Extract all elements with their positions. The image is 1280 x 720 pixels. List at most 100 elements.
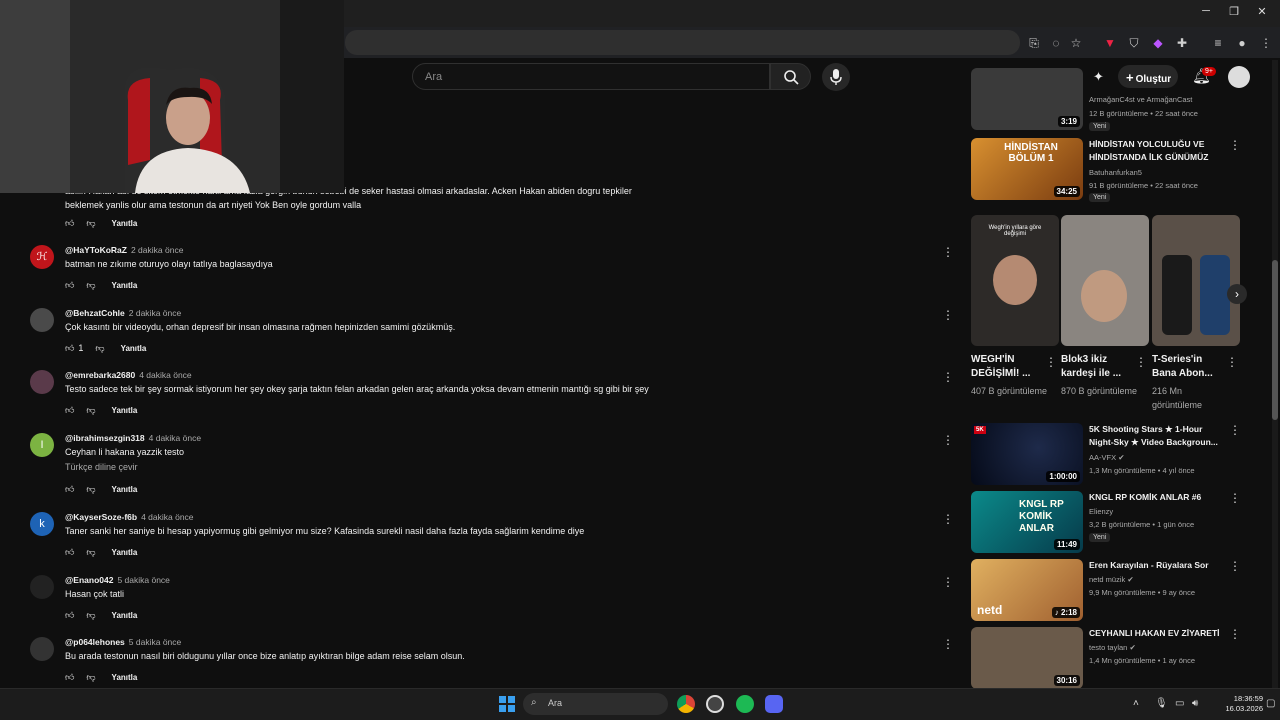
video-menu-icon[interactable]: ⋮	[1229, 423, 1241, 437]
like-icon[interactable]: 👍︎	[65, 484, 74, 495]
reply-button[interactable]: Yanıtla	[112, 406, 138, 415]
install-icon[interactable]: ⎘	[1026, 35, 1042, 51]
eye-off-icon[interactable]: ◌	[1048, 35, 1064, 51]
reply-button[interactable]: Yanıtla	[112, 673, 138, 682]
video-channel[interactable]: ArmağanC4st ve ArmağanCast	[1089, 95, 1192, 104]
short-menu-icon[interactable]: ⋮	[1135, 355, 1147, 369]
dislike-icon[interactable]: 👎︎	[86, 280, 95, 291]
dislike-icon[interactable]: 👎︎	[95, 343, 104, 354]
microphone-icon[interactable]: 🎙︎	[1155, 698, 1168, 709]
scrollbar-thumb[interactable]	[1272, 260, 1278, 420]
close-icon[interactable]: ✕	[1252, 5, 1272, 21]
menu-dots-icon[interactable]: ⋮	[1258, 35, 1274, 51]
shorts-create-icon[interactable]: ✦	[1093, 69, 1109, 85]
video-title[interactable]: CEYHANLI HAKAN EV ZİYARETİ	[1089, 627, 1229, 640]
address-bar[interactable]	[345, 30, 1020, 55]
notification-center-icon[interactable]: ▢	[1266, 698, 1275, 709]
video-thumbnail[interactable]: 3:19	[971, 68, 1083, 130]
extension-icon[interactable]: ▼	[1102, 35, 1118, 51]
comment-time[interactable]: 4 dakika önce	[139, 370, 191, 380]
comment-menu-icon[interactable]: ⋮	[942, 637, 954, 651]
comment-menu-icon[interactable]: ⋮	[942, 370, 954, 384]
minimize-icon[interactable]: ─	[1196, 5, 1216, 21]
short-menu-icon[interactable]: ⋮	[1226, 355, 1238, 369]
video-channel[interactable]: testo taylan ✔	[1089, 643, 1136, 652]
dislike-icon[interactable]: 👎︎	[86, 672, 95, 683]
translate-link[interactable]: Türkçe diline çevir	[65, 462, 138, 472]
short-title[interactable]: Blok3 ikiz kardeşi ile ...	[1061, 353, 1131, 381]
like-icon[interactable]: 👍︎	[65, 343, 74, 354]
video-title[interactable]: 5K Shooting Stars ★ 1-Hour Night-Sky ★ V…	[1089, 423, 1229, 449]
video-menu-icon[interactable]: ⋮	[1229, 491, 1241, 505]
video-menu-icon[interactable]: ⋮	[1229, 559, 1241, 573]
media-control-icon[interactable]: ≡	[1210, 35, 1226, 51]
short-menu-icon[interactable]: ⋮	[1045, 355, 1057, 369]
comment-author[interactable]: @KayserSoze-f6b	[65, 512, 137, 522]
video-channel[interactable]: AA-VFX ✔	[1089, 453, 1124, 462]
account-avatar[interactable]	[1228, 66, 1250, 88]
comment-avatar[interactable]	[30, 637, 54, 661]
voice-search-button[interactable]	[822, 63, 850, 91]
video-thumbnail[interactable]: netd ♪ 2:18	[971, 559, 1083, 621]
comment-author[interactable]: @emrebarka2680	[65, 370, 135, 380]
comment-menu-icon[interactable]: ⋮	[942, 512, 954, 526]
obs-icon[interactable]	[706, 695, 724, 713]
comment-time[interactable]: 4 dakika önce	[141, 512, 193, 522]
comment-avatar[interactable]	[30, 370, 54, 394]
dislike-icon[interactable]: 👎︎	[86, 610, 95, 621]
shorts-next-button[interactable]: ›	[1227, 284, 1247, 304]
video-channel[interactable]: netd müzik ✔	[1089, 575, 1134, 584]
like-icon[interactable]: 👍︎	[65, 405, 74, 416]
reply-button[interactable]: Yanıtla	[112, 219, 138, 228]
like-icon[interactable]: 👍︎	[65, 672, 74, 683]
dislike-icon[interactable]: 👎︎	[86, 484, 95, 495]
video-menu-icon[interactable]: ⋮	[1229, 138, 1241, 152]
search-button[interactable]	[770, 63, 811, 90]
comment-time[interactable]: 2 dakika önce	[129, 308, 181, 318]
dislike-icon[interactable]: 👎︎	[86, 405, 95, 416]
comment-menu-icon[interactable]: ⋮	[942, 308, 954, 322]
video-channel[interactable]: Elienzy	[1089, 507, 1113, 516]
system-clock[interactable]: 18:36:59 16.03.2026	[1213, 694, 1263, 714]
comment-menu-icon[interactable]: ⋮	[942, 433, 954, 447]
comment-avatar[interactable]	[30, 575, 54, 599]
comment-time[interactable]: 5 dakika önce	[129, 637, 181, 647]
like-icon[interactable]: 👍︎	[65, 610, 74, 621]
video-menu-icon[interactable]: ⋮	[1229, 627, 1241, 641]
spotify-icon[interactable]	[736, 695, 754, 713]
comment-time[interactable]: 5 dakika önce	[117, 575, 169, 585]
comment-avatar[interactable]: k	[30, 512, 54, 536]
comment-avatar[interactable]: ℋ	[30, 245, 54, 269]
search-input[interactable]: Ara	[412, 63, 770, 90]
short-thumbnail[interactable]	[1061, 215, 1149, 346]
reply-button[interactable]: Yanıtla	[112, 281, 138, 290]
volume-icon[interactable]: 🔊︎	[1192, 698, 1198, 709]
bookmark-star-icon[interactable]: ☆	[1068, 35, 1084, 51]
video-title[interactable]: Eren Karayılan - Rüyalara Sor	[1089, 559, 1229, 572]
comment-time[interactable]: 4 dakika önce	[149, 433, 201, 443]
video-thumbnail[interactable]: KNGL RP KOMİK ANLAR 11:49	[971, 491, 1083, 553]
puzzle-icon[interactable]: ✚	[1174, 35, 1190, 51]
comment-avatar[interactable]	[30, 308, 54, 332]
like-icon[interactable]: 👍︎	[65, 218, 74, 229]
reply-button[interactable]: Yanıtla	[112, 548, 138, 557]
chrome-icon[interactable]	[677, 695, 695, 713]
video-title[interactable]: HİNDİSTAN YOLCULUĞU VE HİNDİSTANDA İLK G…	[1089, 138, 1229, 164]
comment-menu-icon[interactable]: ⋮	[942, 245, 954, 259]
tray-overflow-icon[interactable]: ˄	[1133, 698, 1139, 709]
video-thumbnail[interactable]: 5K 1:00:00	[971, 423, 1083, 485]
comment-time[interactable]: 2 dakika önce	[131, 245, 183, 255]
taskbar-search[interactable]: ⌕ Ara	[523, 693, 668, 715]
reply-button[interactable]: Yanıtla	[112, 485, 138, 494]
windows-start-icon[interactable]	[498, 695, 516, 713]
comment-author[interactable]: @ibrahimsezgin318	[65, 433, 145, 443]
short-title[interactable]: T-Series'in Bana Abon...	[1152, 353, 1222, 381]
comment-avatar[interactable]: I	[30, 433, 54, 457]
comment-author[interactable]: @Enano042	[65, 575, 113, 585]
discord-icon[interactable]	[765, 695, 783, 713]
comment-menu-icon[interactable]: ⋮	[942, 575, 954, 589]
dislike-icon[interactable]: 👎︎	[86, 218, 95, 229]
create-button[interactable]: + Oluştur	[1118, 65, 1178, 88]
like-icon[interactable]: 👍︎	[65, 280, 74, 291]
short-thumbnail[interactable]	[1152, 215, 1240, 346]
